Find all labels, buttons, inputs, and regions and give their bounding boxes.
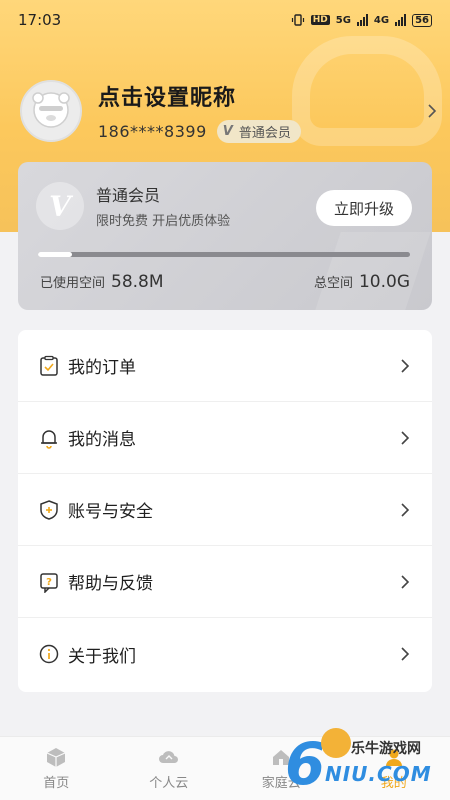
used-space: 已使用空间 58.8M xyxy=(40,272,164,292)
tab-home[interactable]: 首页 xyxy=(0,737,113,800)
shield-icon xyxy=(40,499,58,520)
signal-icon xyxy=(356,14,368,26)
chevron-right-icon xyxy=(401,358,410,373)
vip-icon: V xyxy=(222,123,233,139)
profile-header[interactable]: 点击设置昵称 186****8399 V 普通会员 xyxy=(20,76,440,146)
menu-item-help[interactable]: ? 帮助与反馈 xyxy=(18,546,432,618)
network-5g: 5G xyxy=(335,14,351,26)
svg-text:?: ? xyxy=(46,577,52,588)
vibrate-icon xyxy=(291,14,304,26)
help-icon: ? xyxy=(40,572,58,593)
upgrade-button[interactable]: 立即升级 xyxy=(316,190,412,226)
menu-item-about[interactable]: 关于我们 xyxy=(18,618,432,690)
tab-personal-cloud[interactable]: 个人云 xyxy=(113,737,226,800)
menu-item-orders[interactable]: 我的订单 xyxy=(18,330,432,402)
home-icon xyxy=(47,748,66,767)
storage-progress-bar xyxy=(38,252,410,257)
chevron-right-icon xyxy=(401,430,410,445)
phone-number: 186****8399 xyxy=(98,121,207,141)
menu-label-orders: 我的订单 xyxy=(68,358,136,378)
menu-label-account-security: 账号与安全 xyxy=(68,502,153,522)
member-card-title: 普通会员 xyxy=(96,186,161,205)
bell-icon xyxy=(41,429,57,449)
hd-badge: HD xyxy=(310,15,330,25)
status-time: 17:03 xyxy=(18,11,62,29)
chevron-right-icon xyxy=(401,502,410,517)
chevron-right-icon xyxy=(401,647,410,661)
menu-item-messages[interactable]: 我的消息 xyxy=(18,402,432,474)
site-watermark: 6 乐牛游戏网 NIU.COM xyxy=(285,728,445,798)
menu-item-account-security[interactable]: 账号与安全 xyxy=(18,474,432,546)
total-space-label: 总空间 xyxy=(313,276,353,291)
used-space-value: 58.8M xyxy=(111,272,164,292)
card-decoration xyxy=(315,232,431,310)
info-icon xyxy=(39,644,59,664)
watermark-name: 乐牛游戏网 xyxy=(351,741,421,757)
cloud-icon xyxy=(158,751,178,763)
menu-label-messages: 我的消息 xyxy=(68,430,136,450)
storage-progress-fill xyxy=(38,252,72,257)
chevron-right-icon[interactable] xyxy=(424,103,440,119)
member-tag: V 普通会员 xyxy=(216,119,301,143)
vip-badge-icon: V xyxy=(36,182,84,230)
chevron-right-icon xyxy=(401,574,410,589)
avatar-placeholder-icon xyxy=(32,92,70,128)
watermark-digit: 6 xyxy=(285,730,326,798)
member-card-subtitle: 限时免费 开启优质体验 xyxy=(96,214,231,229)
menu-label-help: 帮助与反馈 xyxy=(68,574,153,594)
order-icon xyxy=(40,355,58,376)
cow-mascot-icon xyxy=(321,728,351,758)
total-space-value: 10.0G xyxy=(358,272,410,292)
watermark-domain: NIU.COM xyxy=(325,762,432,786)
profile-text: 点击设置昵称 186****8399 V 普通会员 xyxy=(98,80,424,143)
battery-icon: 56 xyxy=(412,13,432,27)
nickname[interactable]: 点击设置昵称 xyxy=(98,80,424,112)
member-card: V 普通会员 限时免费 开启优质体验 立即升级 已使用空间 58.8M 总空间 10… xyxy=(18,162,432,310)
avatar[interactable] xyxy=(20,80,82,142)
tab-label-home: 首页 xyxy=(43,776,70,791)
network-4g: 4G xyxy=(373,14,390,26)
signal-icon-2 xyxy=(395,14,407,26)
menu-label-about: 关于我们 xyxy=(68,646,136,667)
member-tag-label: 普通会员 xyxy=(238,125,291,141)
phone-row: 186****8399 V 普通会员 xyxy=(98,119,424,143)
status-bar: 17:03 HD 5G 4G 56 xyxy=(0,0,450,40)
total-space: 总空间 10.0G xyxy=(314,272,410,292)
tab-label-personal-cloud: 个人云 xyxy=(149,776,189,791)
status-icons: HD 5G 4G 56 xyxy=(291,13,432,27)
settings-menu: 我的订单 我的消息 账号与安全 ? 帮助与反馈 关于我们 xyxy=(18,330,432,692)
used-space-label: 已使用空间 xyxy=(40,276,106,291)
